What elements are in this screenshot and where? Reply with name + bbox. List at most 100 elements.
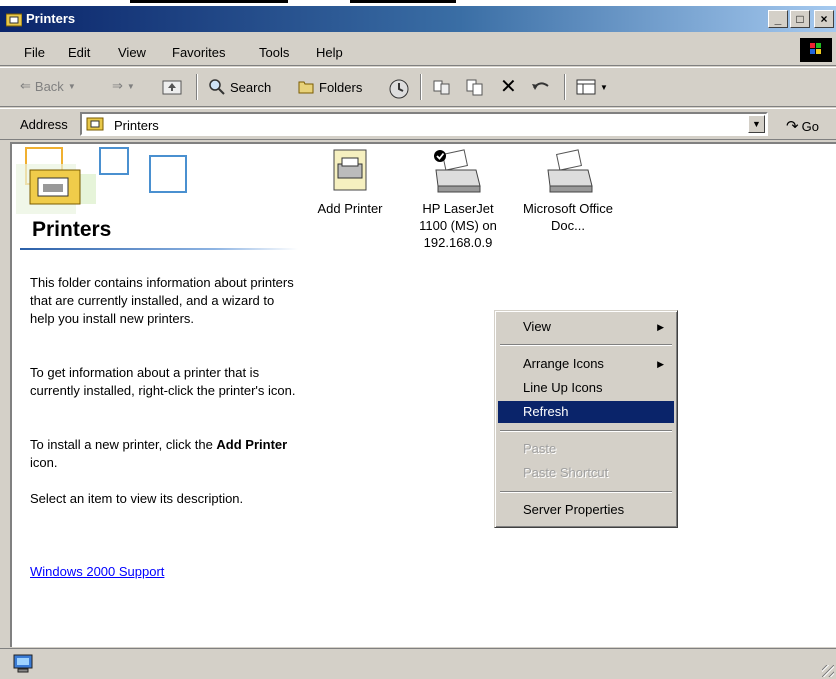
menu-item-view[interactable]: View ▶ [498,316,674,338]
forward-button[interactable]: ⇒ ▼ [112,78,135,94]
search-icon [209,79,225,95]
menu-item-label: Paste Shortcut [523,465,609,480]
address-bar: Address Printers ▼ ↷ Go [0,108,836,140]
views-icon [576,79,596,95]
printer-label: Microsoft Office Doc... [522,201,614,233]
search-button[interactable]: Search [208,78,271,96]
back-button[interactable]: ⇐ Back ▼ [20,78,76,94]
description-select-item: Select an item to view its description. [30,491,244,506]
delete-button[interactable]: ✕ [500,74,517,99]
back-label: Back [34,78,64,94]
computer-icon [13,654,33,673]
printer-item-hp-laserjet[interactable]: HP LaserJet 1100 (MS) on 192.168.0.9 [408,148,508,251]
folders-button[interactable]: Folders [297,78,362,96]
title-underline [20,248,298,250]
description-add-printer-bold: Add Printer [216,437,288,452]
menu-separator [500,430,672,432]
menu-file[interactable]: File [24,45,45,60]
status-bar [0,648,836,679]
forward-arrow-icon: ⇒ [112,78,123,93]
context-menu: View ▶ Arrange Icons ▶ Line Up Icons Refre… [494,310,678,528]
back-arrow-icon: ⇐ [20,78,31,93]
go-button[interactable]: ↷ Go [786,117,819,135]
printer-icon [547,149,593,193]
description-add-printer: To install a new printer, click the Add … [30,436,302,472]
menu-separator [500,491,672,493]
chevron-down-icon: ▼ [67,81,76,91]
description-installed: This folder contains information about p… [30,275,294,326]
printer-item-office-document[interactable]: Microsoft Office Doc... [518,148,618,234]
menu-item-refresh[interactable]: Refresh [498,401,674,423]
add-printer-icon [333,149,367,191]
copy-to-button[interactable] [465,78,485,96]
resize-grip[interactable] [822,665,834,677]
chevron-down-icon: ▼ [126,81,135,91]
menu-bar: File Edit View Favorites Tools Help [0,36,836,66]
menu-item-label: View [523,319,551,334]
description-add-printer-suffix: icon. [30,455,58,470]
chevron-down-icon: ▼ [600,82,608,92]
menu-item-label: Server Properties [523,502,625,517]
up-folder-button[interactable] [162,78,182,96]
folders-icon [298,81,314,94]
copy-to-icon [466,79,483,96]
submenu-arrow-icon: ▶ [657,359,664,369]
delete-icon: ✕ [500,76,517,98]
views-button[interactable]: ▼ [576,78,608,96]
menu-separator [500,344,672,346]
description-right-click: To get information about a printer that … [30,365,296,398]
windows-2000-support-link[interactable]: Windows 2000 Support [30,564,164,579]
menu-item-paste-shortcut[interactable]: Paste Shortcut [498,462,674,484]
menu-item-label: Line Up Icons [523,380,603,395]
menu-item-server-properties[interactable]: Server Properties [498,499,674,521]
history-button[interactable] [388,78,410,100]
content-area[interactable]: Printers This folder contains informatio… [10,142,836,647]
printer-label: HP LaserJet 1100 (MS) on 192.168.0.9 [419,201,497,250]
menu-item-paste[interactable]: Paste [498,438,674,460]
address-value: Printers [114,118,159,133]
windows-logo-icon [800,38,832,62]
up-folder-icon [162,80,182,95]
address-field[interactable]: Printers ▼ [80,112,768,136]
menu-item-label: Refresh [523,404,569,419]
address-label: Address [20,117,68,132]
top-strip-bar [130,0,288,3]
menu-tools[interactable]: Tools [259,45,289,60]
search-label: Search [230,79,272,95]
go-arrow-icon: ↷ [786,118,799,135]
minimize-button[interactable]: _ [768,10,788,28]
printers-folder-icon [6,13,22,27]
move-to-button[interactable] [432,78,452,96]
menu-item-label: Paste [523,441,557,456]
menu-item-label: Arrange Icons [523,356,604,371]
printers-folder-icon [86,117,104,131]
toolbar-separator [420,74,422,100]
undo-icon [532,82,549,90]
menu-help[interactable]: Help [316,45,343,60]
toolbar: ⇐ Back ▼ ⇒ ▼ Search Folders ✕ ▼ [0,67,836,107]
default-printer-icon [434,149,481,193]
submenu-arrow-icon: ▶ [657,322,664,332]
undo-button[interactable] [530,78,552,96]
maximize-button[interactable]: □ [790,10,810,28]
printer-label: Add Printer [317,201,383,216]
close-button[interactable]: × [814,10,834,28]
go-label: Go [801,118,819,134]
description-add-printer-prefix: To install a new printer, click the [30,437,217,452]
toolbar-separator [196,74,198,100]
toolbar-separator [564,74,566,100]
menu-item-arrange-icons[interactable]: Arrange Icons ▶ [498,353,674,375]
history-icon [389,79,409,99]
window-title: Printers [26,11,76,26]
menu-item-line-up-icons[interactable]: Line Up Icons [498,377,674,399]
menu-edit[interactable]: Edit [68,45,90,60]
printer-item-add-printer[interactable]: Add Printer [300,148,400,217]
menu-view[interactable]: View [118,45,146,60]
folders-label: Folders [319,79,363,95]
title-bar[interactable]: Printers _ □ × [0,6,836,32]
address-dropdown-button[interactable]: ▼ [748,115,765,133]
move-to-icon [433,80,450,95]
page-title: Printers [32,218,112,241]
top-strip-bar [350,0,456,3]
menu-favorites[interactable]: Favorites [172,45,225,60]
